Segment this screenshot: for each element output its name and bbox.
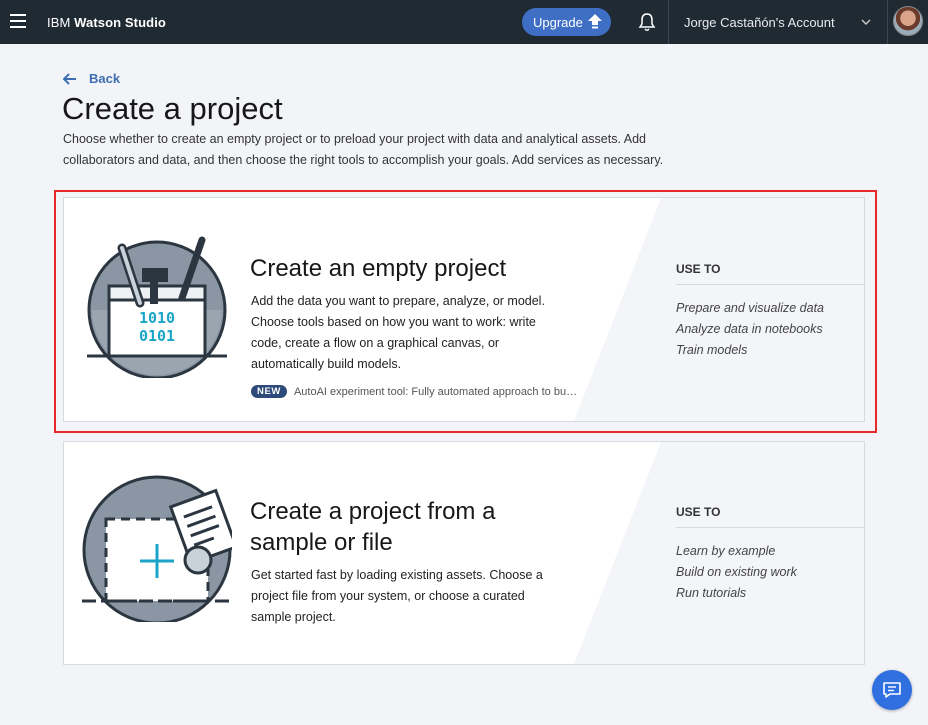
brand-title[interactable]: IBM Watson Studio <box>47 15 166 30</box>
card-title: Create a project from a sample or file <box>250 496 495 558</box>
account-switcher[interactable]: Jorge Castañón's Account <box>684 15 835 30</box>
create-from-sample-card[interactable]: Create a project from a sample or file G… <box>63 441 865 665</box>
avatar[interactable] <box>893 6 923 36</box>
back-link[interactable]: Back <box>63 71 120 86</box>
use-to-item: Run tutorials <box>676 586 747 600</box>
upload-arrow-icon <box>588 14 602 29</box>
arrow-left-icon <box>63 72 76 85</box>
use-to-item: Learn by example <box>676 544 776 558</box>
card-title-line-2: sample or file <box>250 529 393 556</box>
header-divider <box>668 0 669 44</box>
chat-button[interactable] <box>872 670 912 710</box>
chevron-down-icon[interactable] <box>861 18 871 26</box>
bell-icon[interactable] <box>638 12 656 32</box>
card-title-line-1: Create a project from a <box>250 498 496 525</box>
page-description: Choose whether to create an empty projec… <box>63 132 664 167</box>
header-divider <box>887 0 888 44</box>
page-title: Create a project <box>62 91 283 126</box>
use-to-item: Build on existing work <box>676 565 797 579</box>
use-to-label: USE TO <box>676 505 864 528</box>
sample-file-illustration <box>82 475 232 622</box>
selection-highlight <box>54 190 877 433</box>
back-label: Back <box>89 71 121 86</box>
upgrade-button[interactable]: Upgrade <box>522 8 611 36</box>
top-navigation-bar: IBM Watson Studio Upgrade Jorge Castañón… <box>0 0 928 44</box>
card-body: Get started fast by loading existing ass… <box>251 568 543 624</box>
chat-icon <box>883 682 901 698</box>
use-to-section: USE TO Learn by example Build on existin… <box>676 505 864 604</box>
menu-icon[interactable] <box>10 14 26 28</box>
upgrade-label: Upgrade <box>533 14 583 30</box>
